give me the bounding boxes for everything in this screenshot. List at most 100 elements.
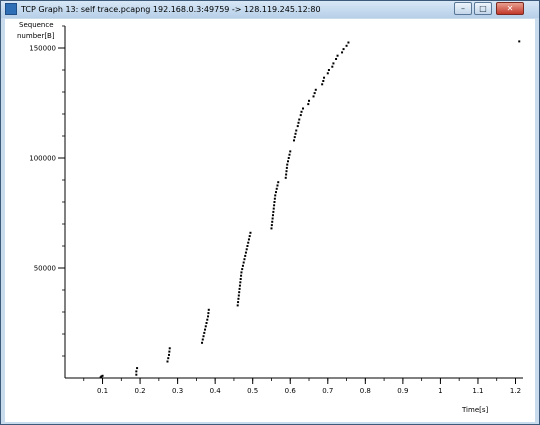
minimize-button[interactable]: – [454, 2, 472, 15]
data-point [207, 312, 210, 315]
data-point [276, 184, 279, 187]
data-point [167, 357, 170, 360]
data-point [331, 65, 334, 68]
data-point [237, 297, 240, 300]
data-point [204, 328, 207, 331]
data-point [295, 129, 298, 132]
data-point [307, 103, 310, 106]
data-point [272, 207, 275, 210]
data-point [285, 166, 288, 169]
data-point [284, 176, 287, 179]
data-point [293, 139, 295, 142]
data-point [168, 347, 171, 350]
data-point [248, 235, 251, 238]
data-point [249, 231, 252, 234]
data-point [206, 318, 209, 321]
close-button[interactable]: ✕ [496, 2, 524, 15]
data-point [237, 301, 240, 304]
app-icon [5, 3, 17, 15]
data-point [326, 72, 329, 75]
data-point [294, 132, 297, 135]
data-point [239, 278, 242, 280]
data-point [347, 41, 350, 44]
data-point [335, 58, 338, 60]
data-point [518, 40, 521, 43]
data-point [238, 291, 241, 294]
data-point [237, 294, 240, 297]
data-point [277, 181, 280, 184]
x-tick-label: 0.2 [135, 387, 146, 395]
x-tick-label: 0.4 [210, 387, 222, 395]
graph-area[interactable]: Sequence number[B] Time[s] 50000 100000 15… [5, 19, 535, 422]
data-point [272, 210, 275, 213]
data-point [321, 83, 324, 86]
data-point [207, 315, 210, 318]
data-point [242, 261, 245, 264]
data-point [289, 150, 292, 153]
tcp-graph-plot[interactable]: 50000 100000 150000 0.1 0.2 0.3 0.4 0.5 0.6 0.7 0.… [5, 19, 535, 422]
maximize-button[interactable]: □ [474, 2, 492, 15]
data-point [308, 99, 311, 102]
data-point [236, 304, 239, 307]
data-point [273, 197, 276, 200]
data-point [342, 48, 345, 51]
data-point [275, 187, 278, 190]
y-tick-label: 150000 [29, 45, 56, 53]
data-point [274, 191, 277, 194]
data-point [285, 170, 288, 173]
data-point [136, 367, 139, 370]
data-point [270, 227, 273, 230]
data-point [296, 125, 299, 128]
data-point [273, 201, 276, 203]
data-point [323, 76, 326, 79]
data-point [345, 44, 348, 47]
data-point [168, 350, 171, 353]
data-point [299, 114, 302, 117]
x-tick-label: 0.6 [285, 387, 297, 395]
data-point [247, 241, 250, 244]
x-tick-label: 0.1 [97, 387, 108, 395]
y-tick-label: 100000 [29, 155, 56, 163]
x-tick-label: 0.5 [247, 387, 258, 395]
x-tick-label: 0.3 [172, 387, 183, 395]
data-point [135, 370, 138, 373]
window-title: TCP Graph 13: self trace.pcapng 192.168.… [21, 5, 321, 14]
data-point [271, 220, 274, 223]
data-point [245, 248, 248, 251]
data-point [238, 284, 241, 287]
data-point [204, 325, 207, 328]
data-point [271, 214, 274, 217]
x-tick-label: 1.1 [472, 387, 483, 395]
data-point [201, 341, 204, 344]
data-point [239, 281, 242, 284]
data-point [327, 69, 330, 71]
data-point [298, 118, 301, 121]
data-point [273, 204, 276, 207]
data-point [166, 360, 169, 363]
data-point [167, 353, 170, 356]
x-tick-label: 0.8 [360, 387, 371, 395]
data-point [201, 338, 204, 341]
data-point [287, 157, 290, 159]
data-point [297, 121, 300, 124]
data-point [101, 374, 104, 377]
data-point [293, 136, 296, 139]
data-point [341, 51, 344, 54]
data-point [332, 62, 335, 65]
data-point [271, 217, 274, 220]
data-point [240, 274, 243, 277]
y-tick-label: 50000 [34, 265, 56, 273]
data-point [241, 268, 244, 271]
data-point [302, 107, 305, 110]
data-point [244, 251, 247, 254]
data-point [288, 153, 291, 156]
title-bar[interactable]: TCP Graph 13: self trace.pcapng 192.168.… [1, 1, 539, 18]
data-point [203, 331, 206, 334]
data-point [240, 271, 243, 274]
data-point [286, 163, 289, 166]
data-point [247, 238, 250, 241]
data-point [336, 54, 339, 57]
data-point [300, 110, 303, 113]
tcp-graph-window: TCP Graph 13: self trace.pcapng 192.168.… [0, 0, 540, 425]
data-point [207, 308, 210, 311]
